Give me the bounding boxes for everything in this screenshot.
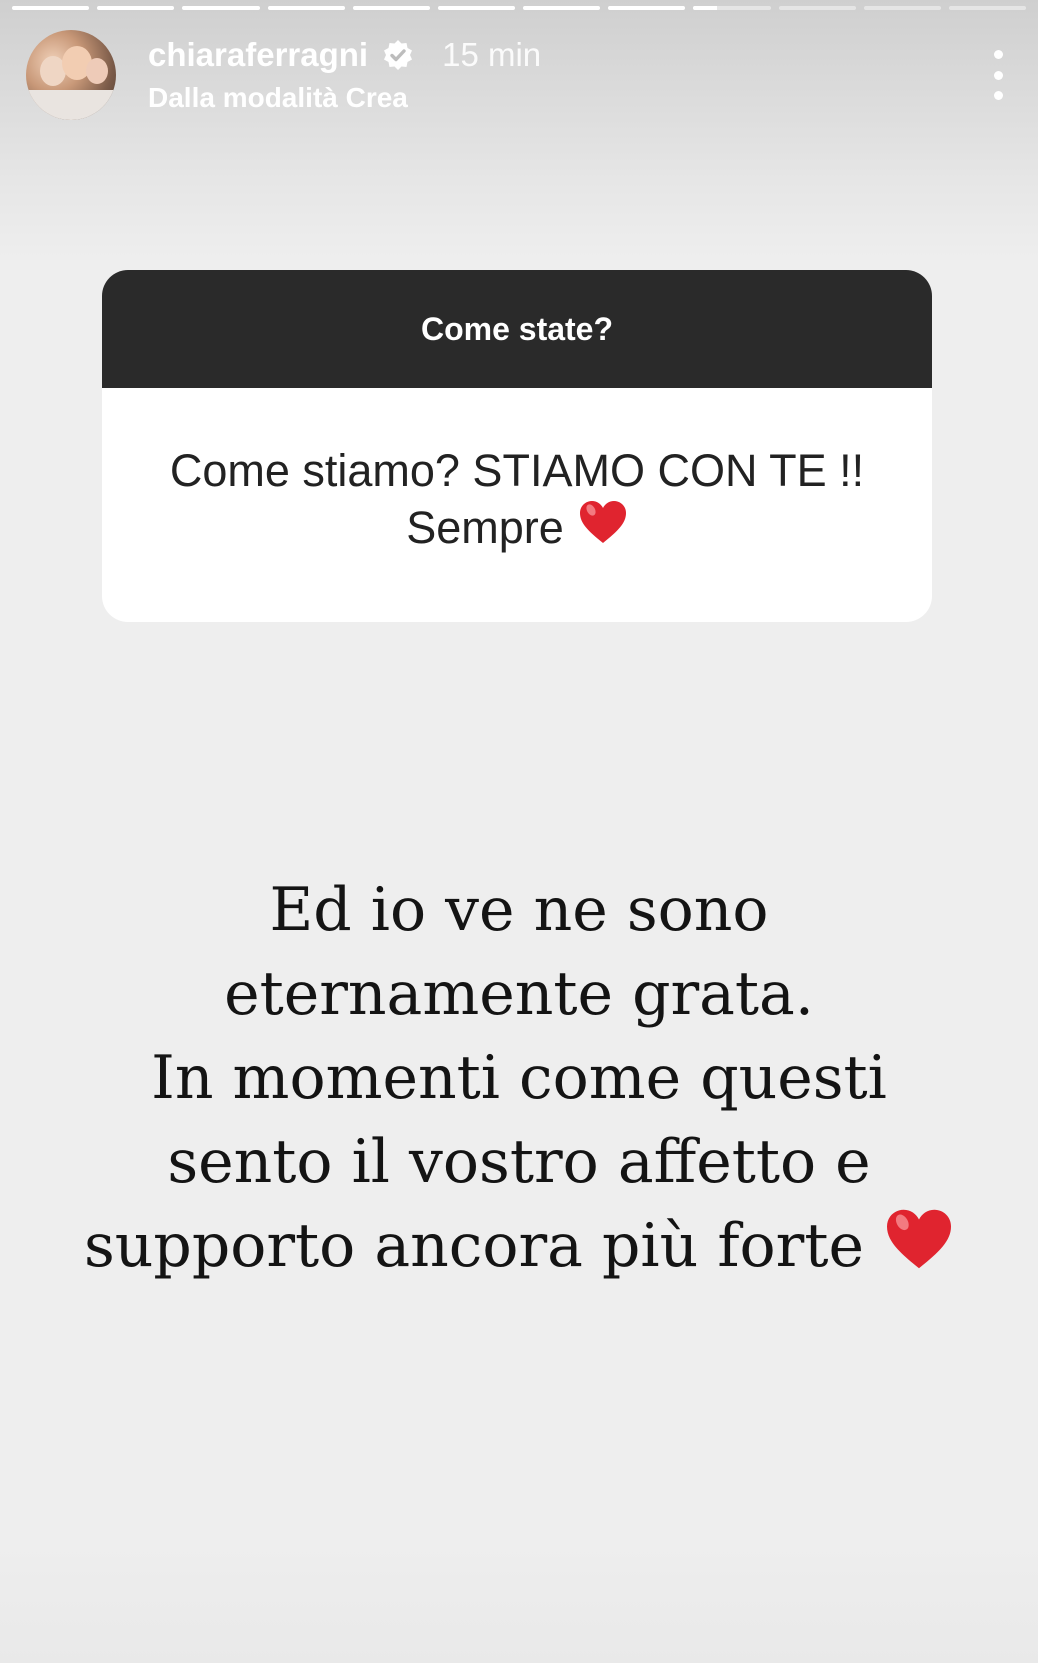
progress-segment: [778, 6, 856, 10]
question-sticker-answer: Come stiamo? STIAMO CON TE !! Sempre: [102, 388, 932, 622]
progress-segment: [523, 6, 601, 10]
answer-line-1: Come stiamo? STIAMO CON TE !!: [169, 444, 865, 496]
question-sticker-title: Come state?: [102, 270, 932, 388]
user-info: chiaraferragni 15 min Dalla modalità Cre…: [148, 34, 541, 114]
story-text: Ed io ve ne sono eternamente grata. In m…: [40, 868, 998, 1293]
create-mode-subtitle[interactable]: Dalla modalità Crea: [148, 82, 541, 114]
red-heart-icon: [578, 499, 628, 558]
progress-segment: [863, 6, 941, 10]
story-text-line-5: supporto ancora più forte: [84, 1211, 864, 1281]
progress-segment: [608, 6, 686, 10]
story-header: chiaraferragni 15 min Dalla modalità Cre…: [26, 30, 1008, 122]
story-text-line: eternamente grata.: [224, 959, 814, 1029]
question-sticker: Come state? Come stiamo? STIAMO CON TE !…: [102, 270, 932, 622]
red-heart-icon: [884, 1207, 954, 1293]
progress-segment: [12, 6, 90, 10]
progress-segment: [437, 6, 516, 10]
username[interactable]: chiaraferragni: [148, 36, 368, 74]
progress-segment: [693, 6, 771, 10]
story-text-line: Ed io ve ne sono: [269, 875, 769, 945]
verified-badge-icon: [382, 39, 414, 71]
progress-segment: [352, 6, 430, 10]
progress-segment: [948, 6, 1027, 10]
profile-avatar[interactable]: [26, 30, 116, 120]
story-text-line: In momenti come questi: [151, 1043, 887, 1113]
answer-line-2: Sempre: [406, 502, 564, 553]
story-text-line-last: supporto ancora più forte: [40, 1204, 998, 1293]
progress-segment: [97, 6, 175, 10]
story-progress-bar: [12, 6, 1027, 10]
post-time: 15 min: [442, 36, 542, 73]
progress-segment: [182, 6, 260, 10]
story-text-line: sento il vostro affetto e: [167, 1127, 871, 1197]
more-vertical-icon[interactable]: [988, 50, 1008, 100]
progress-segment: [267, 6, 345, 10]
